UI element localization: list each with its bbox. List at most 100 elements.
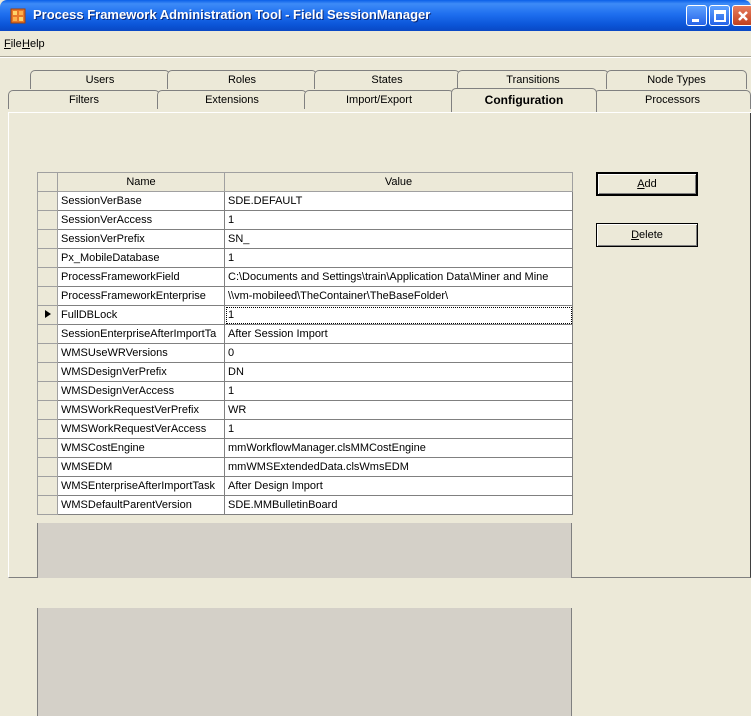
- tab-processors[interactable]: Processors: [594, 90, 751, 109]
- cell-value[interactable]: SDE.DEFAULT: [224, 191, 573, 211]
- tab-users[interactable]: Users: [30, 70, 170, 89]
- cell-value[interactable]: mmWorkflowManager.clsMMCostEngine: [224, 438, 573, 458]
- cell-value[interactable]: 1: [224, 210, 573, 230]
- cell-name[interactable]: Px_MobileDatabase: [57, 248, 225, 268]
- cell-name[interactable]: WMSDefaultParentVersion: [57, 495, 225, 515]
- cell-value[interactable]: 0: [224, 343, 573, 363]
- table-row[interactable]: WMSDesignVerAccess 1: [37, 381, 573, 401]
- menu-help[interactable]: Help: [22, 38, 45, 50]
- cell-value[interactable]: mmWMSExtendedData.clsWmsEDM: [224, 457, 573, 477]
- cell-value[interactable]: C:\Documents and Settings\train\Applicat…: [224, 267, 573, 287]
- cell-name[interactable]: ProcessFrameworkEnterprise: [57, 286, 225, 306]
- add-button-accel: A: [637, 178, 645, 190]
- cell-value[interactable]: 1: [224, 381, 573, 401]
- cell-value[interactable]: SDE.MMBulletinBoard: [224, 495, 573, 515]
- cell-value[interactable]: 1: [224, 248, 573, 268]
- table-row[interactable]: Px_MobileDatabase 1: [37, 248, 573, 268]
- menu-bar: File Help: [0, 34, 751, 54]
- table-row[interactable]: WMSCostEngine mmWorkflowManager.clsMMCost…: [37, 438, 573, 458]
- add-button-label: dd: [644, 178, 657, 190]
- cell-name[interactable]: SessionVerBase: [57, 191, 225, 211]
- row-selector[interactable]: [37, 343, 58, 363]
- row-selector[interactable]: [37, 229, 58, 249]
- row-selector[interactable]: [37, 210, 58, 230]
- cell-value[interactable]: After Design Import: [224, 476, 573, 496]
- table-row[interactable]: WMSDesignVerPrefix DN: [37, 362, 573, 382]
- add-button[interactable]: Add: [596, 172, 698, 196]
- maximize-button[interactable]: [709, 5, 730, 26]
- cell-name[interactable]: WMSUseWRVersions: [57, 343, 225, 363]
- delete-button[interactable]: Delete: [596, 223, 698, 247]
- row-selector[interactable]: [37, 286, 58, 306]
- cell-value[interactable]: SN_: [224, 229, 573, 249]
- table-row[interactable]: SessionEnterpriseAfterImportTa After Sess…: [37, 324, 573, 344]
- cell-value[interactable]: 1: [224, 419, 573, 439]
- cell-value[interactable]: After Session Import: [224, 324, 573, 344]
- menu-file[interactable]: File: [4, 38, 22, 50]
- table-row[interactable]: WMSWorkRequestVerAccess 1: [37, 419, 573, 439]
- cell-value[interactable]: \\vm-mobileed\TheContainer\TheBaseFolder…: [224, 286, 573, 306]
- tab-states[interactable]: States: [314, 70, 460, 89]
- tab-extensions[interactable]: Extensions: [157, 90, 307, 109]
- row-selector[interactable]: [37, 476, 58, 496]
- row-selector[interactable]: [37, 191, 58, 211]
- grid-empty-area: [37, 523, 572, 716]
- tab-import-export[interactable]: Import/Export: [304, 90, 454, 109]
- row-selector[interactable]: [37, 457, 58, 477]
- cell-name[interactable]: WMSEnterpriseAfterImportTask: [57, 476, 225, 496]
- cell-value[interactable]: DN: [224, 362, 573, 382]
- table-row[interactable]: ProcessFrameworkField C:\Documents and Se…: [37, 267, 573, 287]
- table-row[interactable]: WMSEDM mmWMSExtendedData.clsWmsEDM: [37, 457, 573, 477]
- table-row[interactable]: SessionVerPrefix SN_: [37, 229, 573, 249]
- table-row[interactable]: WMSDefaultParentVersion SDE.MMBulletinBoa…: [37, 495, 573, 515]
- cell-name[interactable]: WMSEDM: [57, 457, 225, 477]
- minimize-button[interactable]: [686, 5, 707, 26]
- cell-name[interactable]: SessionEnterpriseAfterImportTa: [57, 324, 225, 344]
- tab-transitions[interactable]: Transitions: [457, 70, 609, 89]
- cell-name[interactable]: FullDBLock: [57, 305, 225, 325]
- row-selector[interactable]: [37, 324, 58, 344]
- row-selector[interactable]: [37, 419, 58, 439]
- tab-processors-label: Processors: [644, 94, 701, 106]
- row-selector[interactable]: [37, 400, 58, 420]
- tab-roles[interactable]: Roles: [167, 70, 317, 89]
- tab-import-export-label: Import/Export: [345, 94, 413, 106]
- configuration-grid[interactable]: Name Value SessionVerBase SDE.DEFAULT Sess…: [37, 172, 573, 515]
- title-bar[interactable]: Process Framework Administration Tool - …: [0, 0, 751, 31]
- cell-name[interactable]: SessionVerAccess: [57, 210, 225, 230]
- cell-name[interactable]: WMSWorkRequestVerPrefix: [57, 400, 225, 420]
- table-row[interactable]: SessionVerBase SDE.DEFAULT: [37, 191, 573, 211]
- delete-button-accel: D: [631, 229, 640, 241]
- cell-value[interactable]: WR: [224, 400, 573, 420]
- row-selector[interactable]: [37, 438, 58, 458]
- cell-name[interactable]: SessionVerPrefix: [57, 229, 225, 249]
- cell-name[interactable]: WMSWorkRequestVerAccess: [57, 419, 225, 439]
- menu-help-label: elp: [29, 38, 45, 50]
- cell-value[interactable]: 1: [224, 305, 573, 325]
- close-icon: [738, 11, 748, 21]
- row-selector[interactable]: [37, 495, 58, 515]
- cell-name[interactable]: WMSDesignVerAccess: [57, 381, 225, 401]
- row-selector[interactable]: [37, 362, 58, 382]
- tab-node-types[interactable]: Node Types: [606, 70, 747, 89]
- table-row[interactable]: WMSUseWRVersions 0: [37, 343, 573, 363]
- table-row[interactable]: WMSWorkRequestVerPrefix WR: [37, 400, 573, 420]
- tab-filters[interactable]: Filters: [8, 90, 160, 109]
- tab-configuration[interactable]: Configuration: [451, 88, 597, 112]
- close-button[interactable]: [732, 5, 751, 26]
- row-selector[interactable]: [37, 381, 58, 401]
- cell-name[interactable]: WMSCostEngine: [57, 438, 225, 458]
- tab-transitions-label: Transitions: [506, 74, 560, 86]
- row-selector[interactable]: [37, 267, 58, 287]
- row-selector[interactable]: [37, 248, 58, 268]
- tab-panel-top-border: [8, 112, 751, 113]
- column-header-name[interactable]: Name: [57, 172, 225, 192]
- table-row[interactable]: ProcessFrameworkEnterprise \\vm-mobileed\…: [37, 286, 573, 306]
- table-row[interactable]: FullDBLock 1: [37, 305, 573, 325]
- cell-name[interactable]: ProcessFrameworkField: [57, 267, 225, 287]
- row-selector[interactable]: [37, 305, 58, 325]
- table-row[interactable]: SessionVerAccess 1: [37, 210, 573, 230]
- table-row[interactable]: WMSEnterpriseAfterImportTask After Design…: [37, 476, 573, 496]
- cell-name[interactable]: WMSDesignVerPrefix: [57, 362, 225, 382]
- column-header-value[interactable]: Value: [224, 172, 573, 192]
